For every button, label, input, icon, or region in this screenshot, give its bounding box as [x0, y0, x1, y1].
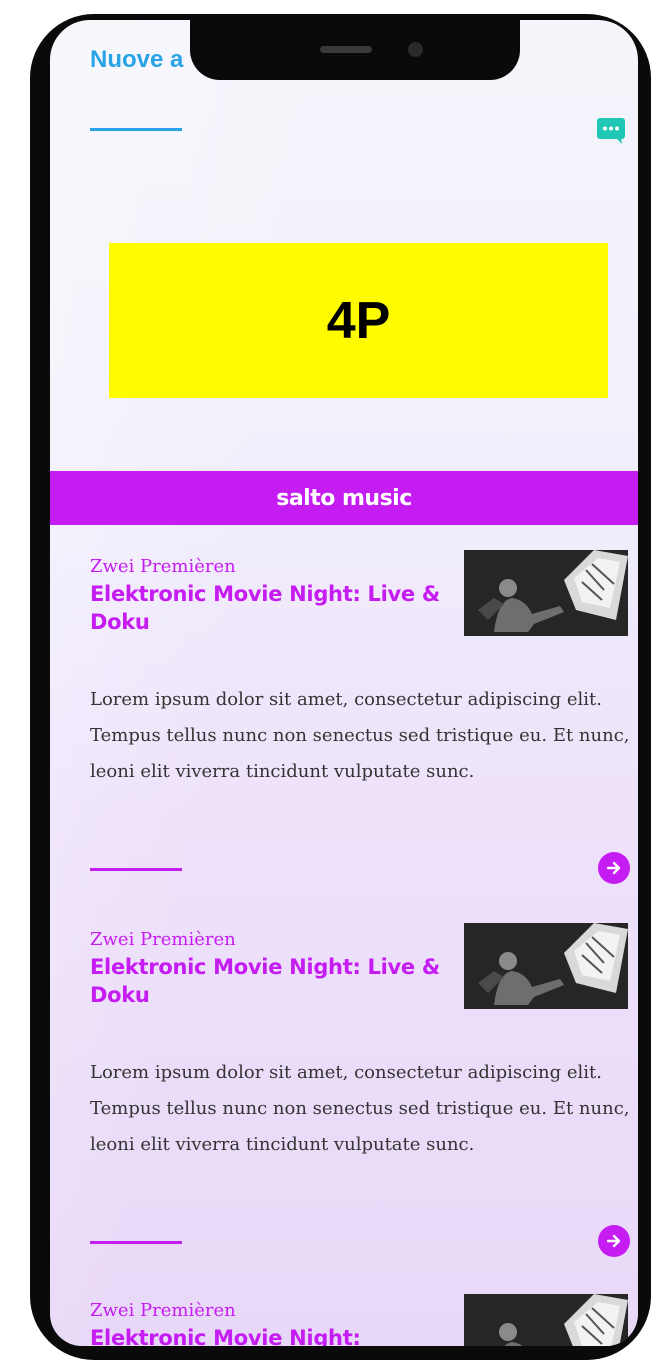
article-kicker: Zwei Premièren: [90, 1300, 236, 1321]
article-kicker: Zwei Premièren: [90, 929, 236, 950]
article-excerpt: Lorem ipsum dolor sit amet, consectetur …: [90, 689, 630, 782]
ad-label: 4P: [326, 291, 391, 350]
section-title: salto music: [276, 485, 412, 511]
article-headline[interactable]: Elektronic Movie Night: Live & Doku: [90, 580, 450, 636]
chat-bubble-icon[interactable]: [596, 117, 628, 145]
read-more-button[interactable]: [598, 1225, 630, 1257]
article-thumbnail[interactable]: [464, 923, 628, 1009]
ad-banner[interactable]: 4P: [109, 243, 608, 398]
article-divider: [90, 868, 182, 871]
phone-screen: Nuove a 4P salto music Zwei Premièren El…: [50, 20, 638, 1346]
article-headline[interactable]: Elektronic Movie Night: Live & Doku: [90, 953, 450, 1009]
article-excerpt: Lorem ipsum dolor sit amet, consectetur …: [90, 1062, 630, 1155]
section-header[interactable]: salto music: [50, 471, 638, 525]
arrow-right-icon: [606, 1234, 621, 1248]
article-headline[interactable]: Elektronic Movie Night:: [90, 1324, 450, 1346]
article-thumbnail[interactable]: [464, 1294, 628, 1346]
title-underline: [90, 128, 182, 131]
article-divider: [90, 1241, 182, 1244]
phone-notch: [190, 20, 520, 80]
speaker-grille: [320, 46, 372, 53]
front-camera: [408, 42, 423, 57]
article-thumbnail[interactable]: [464, 550, 628, 636]
arrow-right-icon: [606, 861, 621, 875]
read-more-button[interactable]: [598, 852, 630, 884]
article-kicker: Zwei Premièren: [90, 556, 236, 577]
page-title[interactable]: Nuove a: [90, 46, 183, 74]
